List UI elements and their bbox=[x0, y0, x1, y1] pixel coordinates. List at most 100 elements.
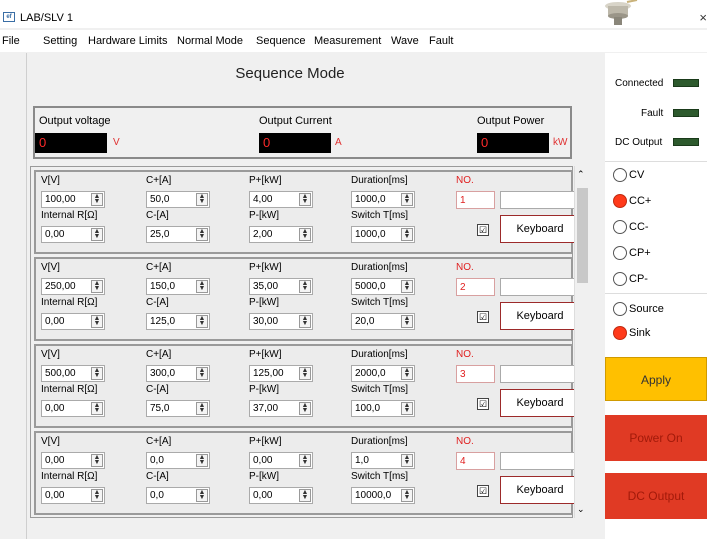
pplus-input[interactable]: 0,00 ▲ ▼ bbox=[249, 452, 313, 469]
pplus-input[interactable]: 125,00 ▲ ▼ bbox=[249, 365, 313, 382]
switch_t-input[interactable]: 20,0 ▲ ▼ bbox=[351, 313, 415, 330]
keyboard-button[interactable]: Keyboard bbox=[500, 302, 580, 330]
pminus-input[interactable]: 30,00 ▲ ▼ bbox=[249, 313, 313, 330]
cplus-input[interactable]: 0,0 ▲ ▼ bbox=[146, 452, 210, 469]
radio-icon[interactable] bbox=[613, 168, 627, 182]
menu-hardware-limits[interactable]: Hardware Limits bbox=[88, 35, 167, 47]
pplus-input[interactable]: 35,00 ▲ ▼ bbox=[249, 278, 313, 295]
v-input[interactable]: 250,00 ▲ ▼ bbox=[41, 278, 105, 295]
radio-icon[interactable] bbox=[613, 220, 627, 234]
cplus-input[interactable]: 50,0 ▲ ▼ bbox=[146, 191, 210, 208]
v-input[interactable]: 0,00 ▲ ▼ bbox=[41, 452, 105, 469]
radio-icon[interactable] bbox=[613, 246, 627, 260]
spinner-arrows-icon[interactable]: ▲ ▼ bbox=[299, 489, 311, 502]
spinner-arrows-icon[interactable]: ▲ ▼ bbox=[299, 367, 311, 380]
spinner-arrows-icon[interactable]: ▲ ▼ bbox=[299, 315, 311, 328]
menu-measurement[interactable]: Measurement bbox=[314, 35, 381, 47]
apply-button[interactable]: Apply bbox=[605, 357, 707, 401]
spinner-arrows-icon[interactable]: ▲ ▼ bbox=[299, 454, 311, 467]
switch_t-input[interactable]: 1000,0 ▲ ▼ bbox=[351, 226, 415, 243]
switch_t-input[interactable]: 10000,0 ▲ ▼ bbox=[351, 487, 415, 504]
radio-icon[interactable] bbox=[613, 302, 627, 316]
spinner-arrows-icon[interactable]: ▲ ▼ bbox=[91, 402, 103, 415]
scroll-down-icon[interactable]: ⌄ bbox=[577, 504, 585, 515]
menu-sequence[interactable]: Sequence bbox=[256, 35, 306, 47]
spinner-arrows-icon[interactable]: ▲ ▼ bbox=[401, 280, 413, 293]
enable-checkbox[interactable]: ☑ bbox=[477, 224, 489, 236]
no-field[interactable]: 1 bbox=[456, 191, 495, 209]
menu-setting[interactable]: Setting bbox=[43, 35, 77, 47]
internal_r-input[interactable]: 0,00 ▲ ▼ bbox=[41, 313, 105, 330]
spinner-arrows-icon[interactable]: ▲ ▼ bbox=[196, 367, 208, 380]
spinner-arrows-icon[interactable]: ▲ ▼ bbox=[196, 193, 208, 206]
duration-input[interactable]: 1000,0 ▲ ▼ bbox=[351, 191, 415, 208]
spinner-arrows-icon[interactable]: ▲ ▼ bbox=[196, 228, 208, 241]
menu-file[interactable]: File bbox=[2, 35, 20, 47]
cminus-input[interactable]: 25,0 ▲ ▼ bbox=[146, 226, 210, 243]
cplus-input[interactable]: 300,0 ▲ ▼ bbox=[146, 365, 210, 382]
no-field[interactable]: 2 bbox=[456, 278, 495, 296]
keyboard-button[interactable]: Keyboard bbox=[500, 389, 580, 417]
spinner-arrows-icon[interactable]: ▲ ▼ bbox=[299, 193, 311, 206]
close-button[interactable]: × bbox=[699, 10, 707, 25]
spinner-arrows-icon[interactable]: ▲ ▼ bbox=[91, 280, 103, 293]
enable-checkbox[interactable]: ☑ bbox=[477, 398, 489, 410]
radio-selected-icon[interactable] bbox=[613, 194, 627, 208]
keyboard-button[interactable]: Keyboard bbox=[500, 476, 580, 504]
menu-fault[interactable]: Fault bbox=[429, 35, 453, 47]
spinner-arrows-icon[interactable]: ▲ ▼ bbox=[91, 228, 103, 241]
spinner-arrows-icon[interactable]: ▲ ▼ bbox=[299, 228, 311, 241]
spinner-arrows-icon[interactable]: ▲ ▼ bbox=[401, 228, 413, 241]
spinner-arrows-icon[interactable]: ▲ ▼ bbox=[91, 367, 103, 380]
spinner-arrows-icon[interactable]: ▲ ▼ bbox=[91, 193, 103, 206]
internal_r-input[interactable]: 0,00 ▲ ▼ bbox=[41, 400, 105, 417]
spinner-arrows-icon[interactable]: ▲ ▼ bbox=[196, 402, 208, 415]
duration-input[interactable]: 2000,0 ▲ ▼ bbox=[351, 365, 415, 382]
cminus-input[interactable]: 125,0 ▲ ▼ bbox=[146, 313, 210, 330]
spinner-arrows-icon[interactable]: ▲ ▼ bbox=[401, 454, 413, 467]
dc-output-button[interactable]: DC Output bbox=[605, 473, 707, 519]
sequence-scrollbar[interactable]: ⌃ ⌄ bbox=[574, 166, 590, 518]
spinner-arrows-icon[interactable]: ▲ ▼ bbox=[91, 454, 103, 467]
spinner-arrows-icon[interactable]: ▲ ▼ bbox=[196, 315, 208, 328]
enable-checkbox[interactable]: ☑ bbox=[477, 485, 489, 497]
keyboard-button[interactable]: Keyboard bbox=[500, 215, 580, 243]
spinner-arrows-icon[interactable]: ▲ ▼ bbox=[91, 489, 103, 502]
pminus-input[interactable]: 0,00 ▲ ▼ bbox=[249, 487, 313, 504]
spinner-arrows-icon[interactable]: ▲ ▼ bbox=[401, 315, 413, 328]
internal_r-input[interactable]: 0,00 ▲ ▼ bbox=[41, 226, 105, 243]
spinner-arrows-icon[interactable]: ▲ ▼ bbox=[401, 489, 413, 502]
spinner-arrows-icon[interactable]: ▲ ▼ bbox=[196, 454, 208, 467]
name-field[interactable] bbox=[500, 365, 579, 383]
spinner-arrows-icon[interactable]: ▲ ▼ bbox=[401, 402, 413, 415]
spinner-arrows-icon[interactable]: ▲ ▼ bbox=[299, 280, 311, 293]
spinner-arrows-icon[interactable]: ▲ ▼ bbox=[401, 367, 413, 380]
radio-selected-icon[interactable] bbox=[613, 326, 627, 340]
pminus-input[interactable]: 37,00 ▲ ▼ bbox=[249, 400, 313, 417]
no-field[interactable]: 4 bbox=[456, 452, 495, 470]
radio-icon[interactable] bbox=[613, 272, 627, 286]
spinner-arrows-icon[interactable]: ▲ ▼ bbox=[196, 489, 208, 502]
duration-input[interactable]: 1,0 ▲ ▼ bbox=[351, 452, 415, 469]
no-field[interactable]: 3 bbox=[456, 365, 495, 383]
spinner-arrows-icon[interactable]: ▲ ▼ bbox=[91, 315, 103, 328]
spinner-arrows-icon[interactable]: ▲ ▼ bbox=[401, 193, 413, 206]
power-on-button[interactable]: Power On bbox=[605, 415, 707, 461]
cplus-input[interactable]: 150,0 ▲ ▼ bbox=[146, 278, 210, 295]
cminus-input[interactable]: 0,0 ▲ ▼ bbox=[146, 487, 210, 504]
cminus-input[interactable]: 75,0 ▲ ▼ bbox=[146, 400, 210, 417]
spinner-arrows-icon[interactable]: ▲ ▼ bbox=[299, 402, 311, 415]
internal_r-input[interactable]: 0,00 ▲ ▼ bbox=[41, 487, 105, 504]
switch_t-input[interactable]: 100,0 ▲ ▼ bbox=[351, 400, 415, 417]
duration-input[interactable]: 5000,0 ▲ ▼ bbox=[351, 278, 415, 295]
pplus-input[interactable]: 4,00 ▲ ▼ bbox=[249, 191, 313, 208]
enable-checkbox[interactable]: ☑ bbox=[477, 311, 489, 323]
name-field[interactable] bbox=[500, 191, 579, 209]
scroll-up-icon[interactable]: ⌃ bbox=[577, 169, 585, 180]
scroll-thumb[interactable] bbox=[577, 188, 588, 283]
menu-normal-mode[interactable]: Normal Mode bbox=[177, 35, 243, 47]
name-field[interactable] bbox=[500, 452, 579, 470]
name-field[interactable] bbox=[500, 278, 579, 296]
v-input[interactable]: 500,00 ▲ ▼ bbox=[41, 365, 105, 382]
v-input[interactable]: 100,00 ▲ ▼ bbox=[41, 191, 105, 208]
